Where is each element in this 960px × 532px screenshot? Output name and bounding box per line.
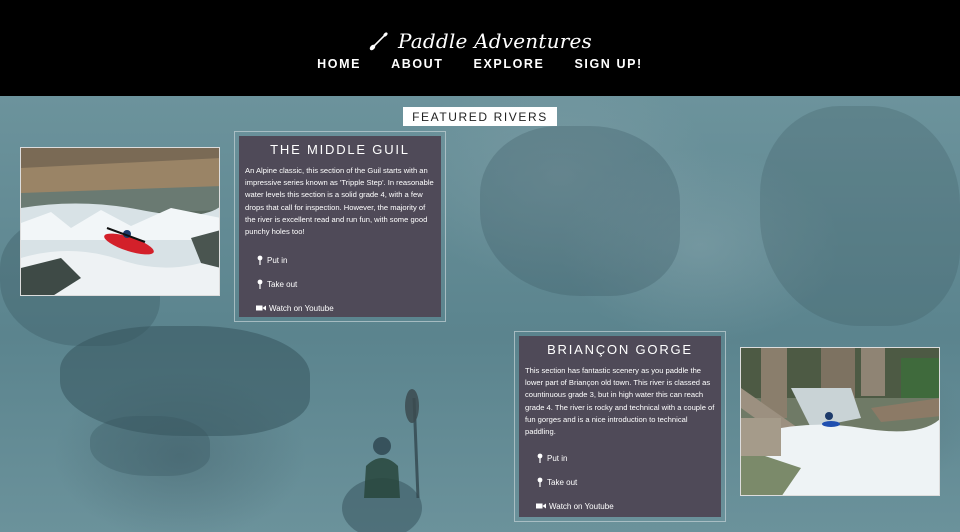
take-out-link[interactable]: Take out	[256, 272, 435, 296]
nav-sign-up[interactable]: SIGN UP!	[574, 57, 642, 73]
take-out-link[interactable]: Take out	[536, 470, 715, 494]
brand-logo[interactable]: Paddle Adventures	[0, 24, 960, 58]
put-in-link[interactable]: Put in	[536, 446, 715, 470]
put-in-link[interactable]: Put in	[256, 248, 435, 272]
river-card-briancon-gorge: BRIANÇON GORGE This section has fantasti…	[514, 331, 726, 522]
kayaker-silhouette	[342, 389, 422, 532]
river-photo-middle-guil	[20, 147, 220, 296]
site-header: Paddle Adventures HOME ABOUT EXPLORE SIG…	[0, 0, 960, 96]
youtube-label: Watch on Youtube	[549, 501, 614, 511]
paddle-icon	[369, 32, 388, 51]
river-title: THE MIDDLE GUIL	[270, 142, 410, 157]
video-camera-icon	[536, 503, 546, 509]
nav-about[interactable]: ABOUT	[391, 57, 443, 73]
river-photo-briancon-gorge	[740, 347, 940, 496]
youtube-link[interactable]: Watch on Youtube	[536, 494, 715, 518]
river-title: BRIANÇON GORGE	[547, 342, 693, 357]
background-rock	[760, 106, 960, 326]
river-card-body: BRIANÇON GORGE This section has fantasti…	[519, 336, 721, 517]
take-out-label: Take out	[267, 279, 298, 289]
background-rock	[90, 416, 210, 476]
main-nav: HOME ABOUT EXPLORE SIGN UP!	[0, 57, 960, 73]
background-rock	[480, 126, 680, 296]
river-card-middle-guil: THE MIDDLE GUIL An Alpine classic, this …	[234, 131, 446, 322]
river-card-body: THE MIDDLE GUIL An Alpine classic, this …	[239, 136, 441, 317]
video-camera-icon	[256, 305, 266, 311]
river-description: An Alpine classic, this section of the G…	[245, 166, 434, 237]
nav-explore[interactable]: EXPLORE	[474, 57, 545, 73]
brand-name: Paddle Adventures	[398, 29, 592, 53]
map-pin-icon	[537, 477, 543, 488]
map-pin-icon	[257, 279, 263, 290]
youtube-link[interactable]: Watch on Youtube	[256, 296, 435, 320]
put-in-label: Put in	[547, 453, 568, 463]
put-in-label: Put in	[267, 255, 288, 265]
river-links: Put in Take out Watch on Youtube	[245, 248, 435, 320]
nav-home[interactable]: HOME	[317, 57, 361, 73]
river-links: Put in Take out Watch on Youtube	[525, 446, 715, 518]
take-out-label: Take out	[547, 477, 578, 487]
river-description: This section has fantastic scenery as yo…	[525, 366, 715, 437]
featured-rivers-label: FEATURED RIVERS	[403, 107, 557, 126]
youtube-label: Watch on Youtube	[269, 303, 334, 313]
map-pin-icon	[257, 255, 263, 266]
map-pin-icon	[537, 453, 543, 464]
